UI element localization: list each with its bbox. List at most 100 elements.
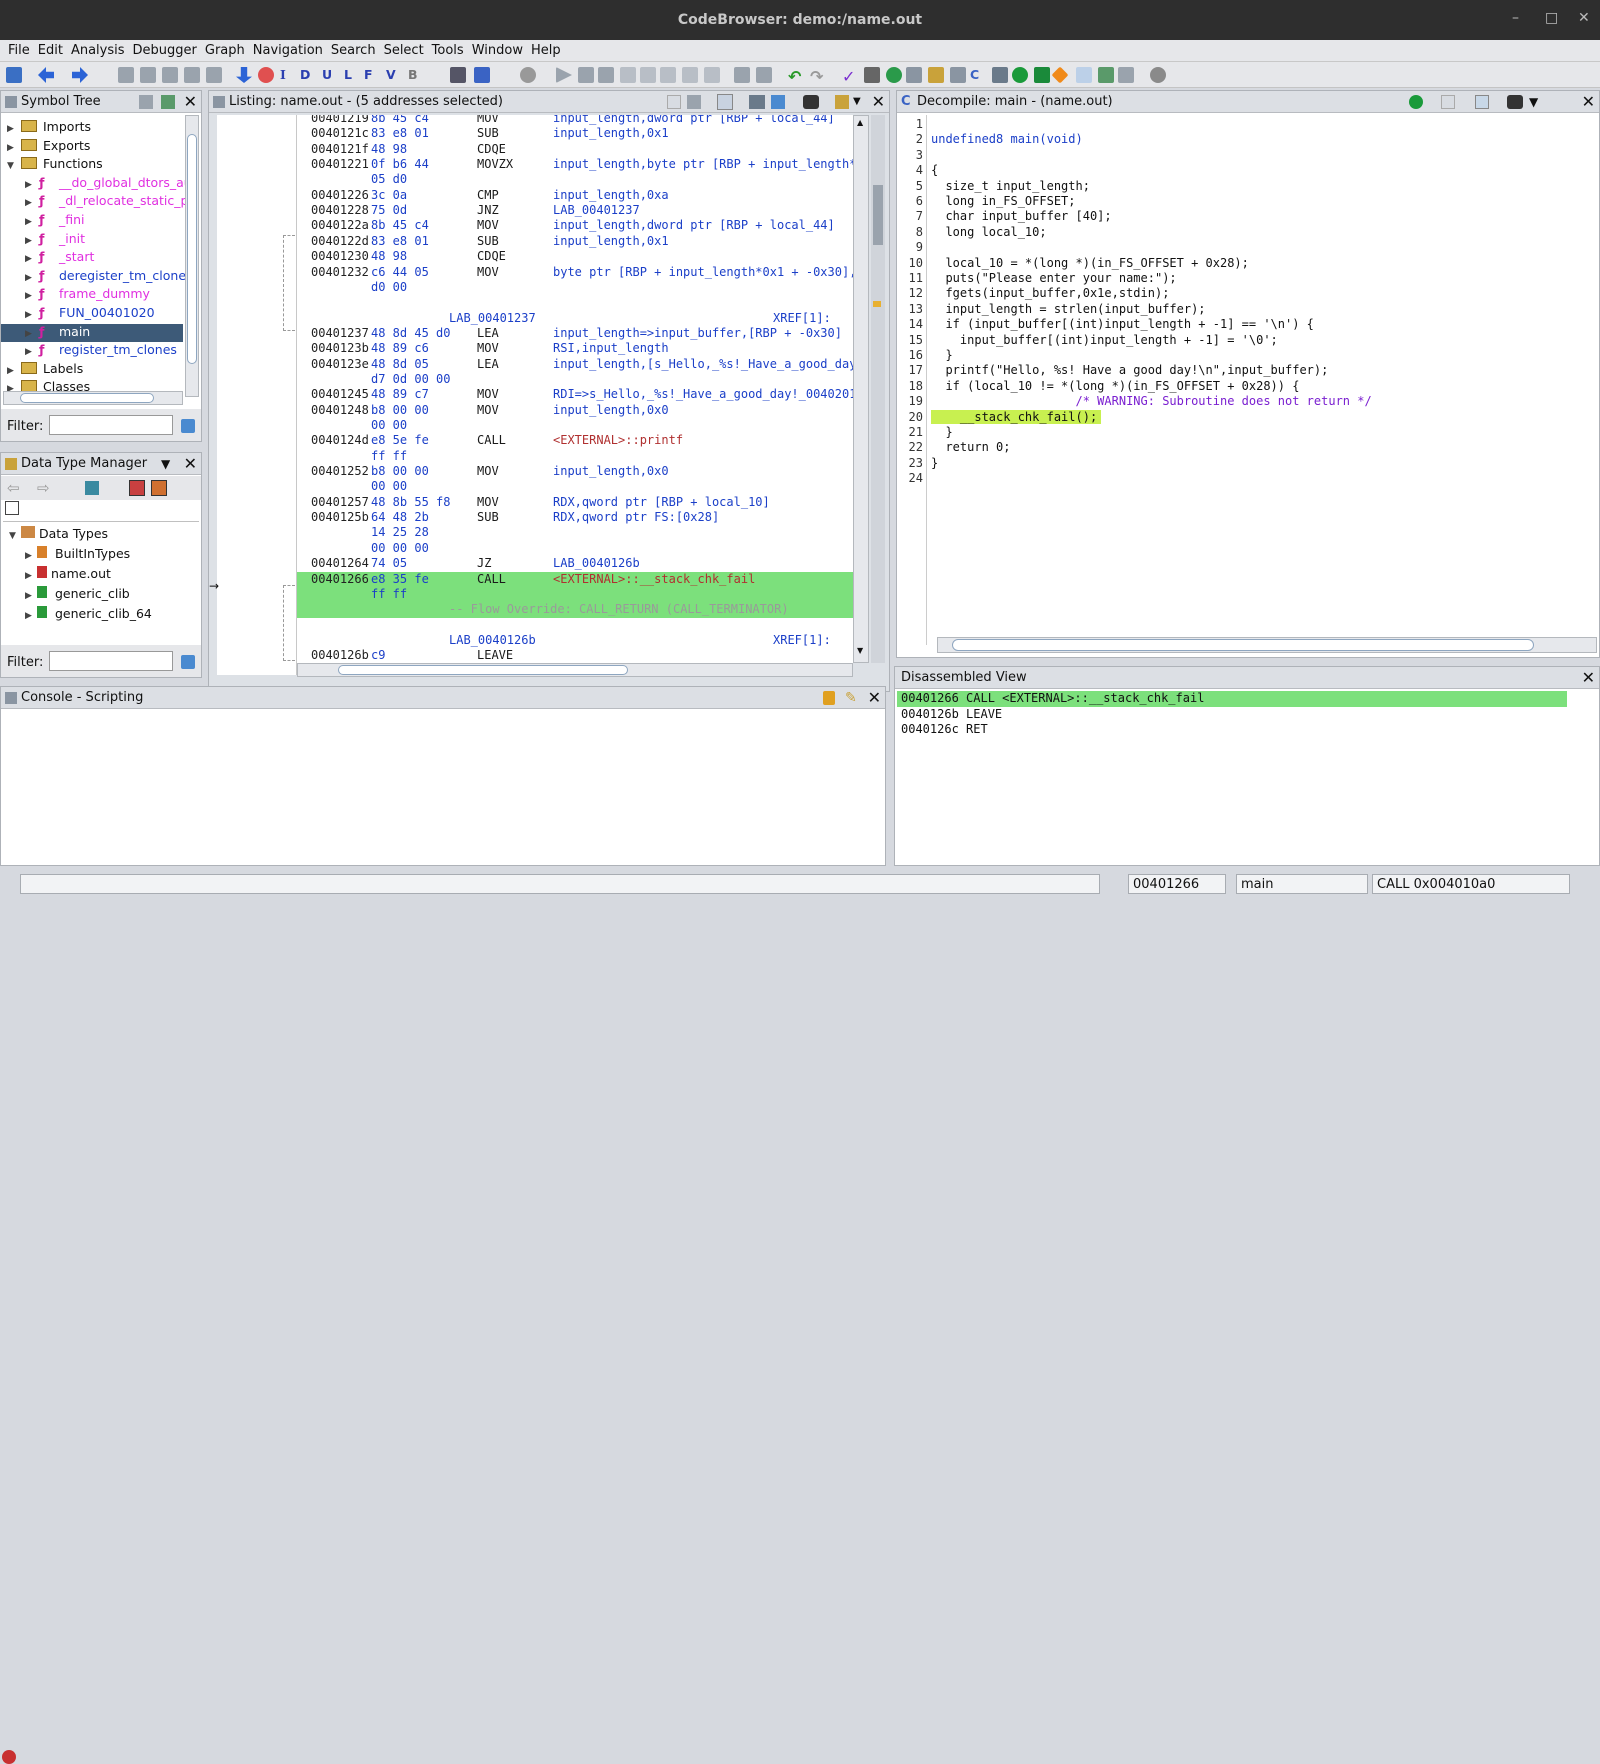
mnemonic[interactable]: MOV — [477, 115, 499, 125]
code-line[interactable]: long local_10; — [931, 225, 1046, 239]
redo-icon[interactable]: ↷ — [810, 67, 826, 86]
tree-node[interactable]: ▶ ƒ __do_global_dtors_au — [25, 175, 192, 193]
operands[interactable]: <EXTERNAL>::__stack_chk_fail — [553, 572, 755, 586]
back-arrow-icon[interactable]: ⇦ — [7, 479, 20, 497]
menu-window[interactable]: Window — [468, 40, 527, 58]
bytes[interactable]: b8 00 00 — [371, 464, 429, 478]
bytes[interactable]: d7 0d 00 00 — [371, 372, 450, 386]
code-line[interactable]: } — [931, 425, 952, 439]
chevron-down-icon[interactable]: ▼ — [161, 457, 170, 471]
code-label[interactable]: LAB_0040126b — [449, 633, 536, 647]
address[interactable]: 00401221 — [311, 157, 369, 171]
menu-analysis[interactable]: Analysis — [67, 40, 129, 58]
close-icon[interactable]: ✕ — [872, 92, 885, 111]
chevron-right-icon[interactable]: ▶ — [25, 310, 37, 320]
bytes[interactable]: 05 d0 — [371, 172, 407, 186]
next-bookmark-icon[interactable]: B — [408, 67, 422, 83]
tool-icon-2[interactable] — [756, 67, 772, 83]
bytes[interactable]: 83 e8 01 — [371, 126, 429, 140]
menu-debugger[interactable]: Debugger — [129, 40, 201, 58]
graph-icon[interactable] — [992, 67, 1008, 83]
mnemonic[interactable]: LEAVE — [477, 648, 513, 662]
code-line[interactable]: char input_buffer [40]; — [931, 209, 1111, 223]
folder-icon[interactable] — [928, 67, 944, 83]
bytes[interactable]: d0 00 — [371, 280, 407, 294]
operands[interactable]: RSI,input_length — [553, 341, 669, 355]
tree-node[interactable]: ▼ Functions — [7, 156, 103, 174]
chevron-down-icon[interactable]: ▼ — [1529, 95, 1538, 109]
chevron-down-icon[interactable]: ▼ — [7, 161, 19, 171]
close-icon[interactable]: ✕ — [1582, 92, 1595, 111]
disasm-line[interactable]: 0040126c RET — [901, 722, 988, 736]
tree-node[interactable]: ▶ ƒ _start — [25, 249, 94, 267]
operands[interactable]: input_length,dword ptr [RBP + local_44] — [553, 218, 835, 232]
bytes[interactable]: 14 25 28 — [371, 525, 429, 539]
code-line[interactable]: printf("Hello, %s! Have a good day!\n",i… — [931, 363, 1328, 377]
address[interactable]: 0040125b — [311, 510, 369, 524]
operands[interactable]: <EXTERNAL>::printf — [553, 433, 683, 447]
xref[interactable]: XREF[1]: — [773, 311, 831, 325]
export-tree-icon[interactable] — [161, 95, 175, 109]
address[interactable]: 0040124d — [311, 433, 369, 447]
address[interactable]: 0040126b — [311, 648, 369, 662]
snapshot-icon[interactable] — [803, 95, 819, 109]
nav-icon-2[interactable] — [140, 67, 156, 83]
status-indicator-icon[interactable] — [2, 1750, 16, 1764]
step-icon-5[interactable] — [704, 67, 720, 83]
operands[interactable]: byte ptr [RBP + input_length*0x1 + -0x30… — [553, 265, 853, 279]
menu-file[interactable]: File — [4, 40, 34, 58]
operands[interactable]: input_length,0x0 — [553, 464, 669, 478]
create-namespace-icon[interactable] — [139, 95, 153, 109]
bytes[interactable]: 3c 0a — [371, 188, 407, 202]
chevron-right-icon[interactable]: ▶ — [25, 254, 37, 264]
operands[interactable]: RDX,qword ptr FS:[0x28] — [553, 510, 719, 524]
chevron-right-icon[interactable]: ▶ — [7, 366, 19, 376]
address[interactable]: 00401245 — [311, 387, 369, 401]
code-line[interactable]: fgets(input_buffer,0x1e,stdin); — [931, 286, 1169, 300]
diamond-icon[interactable] — [1051, 66, 1069, 84]
tree-node-name-out[interactable]: ▶ name.out — [25, 566, 111, 581]
undo-icon[interactable]: ↶ — [788, 67, 804, 86]
debug-icon[interactable] — [450, 67, 466, 83]
code-line[interactable]: __stack_chk_fail(); — [931, 409, 1102, 424]
debug-launch-icon[interactable] — [474, 67, 490, 83]
address[interactable]: 00401257 — [311, 495, 369, 509]
disassembled-view-content[interactable]: 00401266 CALL <EXTERNAL>::__stack_chk_fa… — [895, 689, 1599, 865]
code-line[interactable]: } — [931, 348, 952, 362]
mnemonic[interactable]: CALL — [477, 433, 506, 447]
bytes[interactable]: 48 8b 55 f8 — [371, 495, 450, 509]
forward-arrow-icon[interactable]: ⇨ — [37, 479, 50, 497]
step-icon-1[interactable] — [620, 67, 636, 83]
export-icon[interactable] — [1098, 67, 1114, 83]
nav-icon-1[interactable] — [118, 67, 134, 83]
maximize-button[interactable]: □ — [1545, 10, 1558, 26]
mnemonic[interactable]: MOV — [477, 403, 499, 417]
bytes[interactable]: c6 44 05 — [371, 265, 429, 279]
bytes[interactable]: 74 05 — [371, 556, 407, 570]
code-label[interactable]: LAB_00401237 — [449, 311, 536, 325]
copy-icon[interactable] — [1441, 95, 1455, 109]
chevron-right-icon[interactable]: ▶ — [25, 347, 37, 357]
bytes[interactable]: 8b 45 c4 — [371, 115, 429, 125]
scroll-thumb[interactable] — [20, 393, 154, 403]
bytes[interactable]: 75 0d — [371, 203, 407, 217]
filter-options-icon[interactable] — [181, 419, 195, 433]
scroll-thumb[interactable] — [952, 639, 1534, 651]
chevron-right-icon[interactable]: ▶ — [7, 124, 19, 134]
lock-icon[interactable] — [823, 691, 835, 705]
edit-fields-icon[interactable] — [749, 95, 765, 109]
address[interactable]: 00401219 — [311, 115, 369, 125]
flow-override-comment[interactable]: -- Flow Override: CALL_RETURN (CALL_TERM… — [449, 602, 789, 616]
stop-debug-icon[interactable] — [598, 67, 614, 83]
operands[interactable]: input_length,0x1 — [553, 234, 669, 248]
address[interactable]: 00401248 — [311, 403, 369, 417]
next-label-icon[interactable]: L — [344, 67, 358, 83]
address[interactable]: 00401232 — [311, 265, 369, 279]
bytes[interactable]: 00 00 00 — [371, 541, 429, 555]
minimize-button[interactable]: – — [1512, 10, 1519, 26]
chevron-right-icon[interactable]: ▶ — [25, 217, 37, 227]
address[interactable]: 00401230 — [311, 249, 369, 263]
bytes[interactable]: 83 e8 01 — [371, 234, 429, 248]
menu-graph[interactable]: Graph — [201, 40, 249, 58]
copy-icon[interactable] — [667, 95, 681, 109]
